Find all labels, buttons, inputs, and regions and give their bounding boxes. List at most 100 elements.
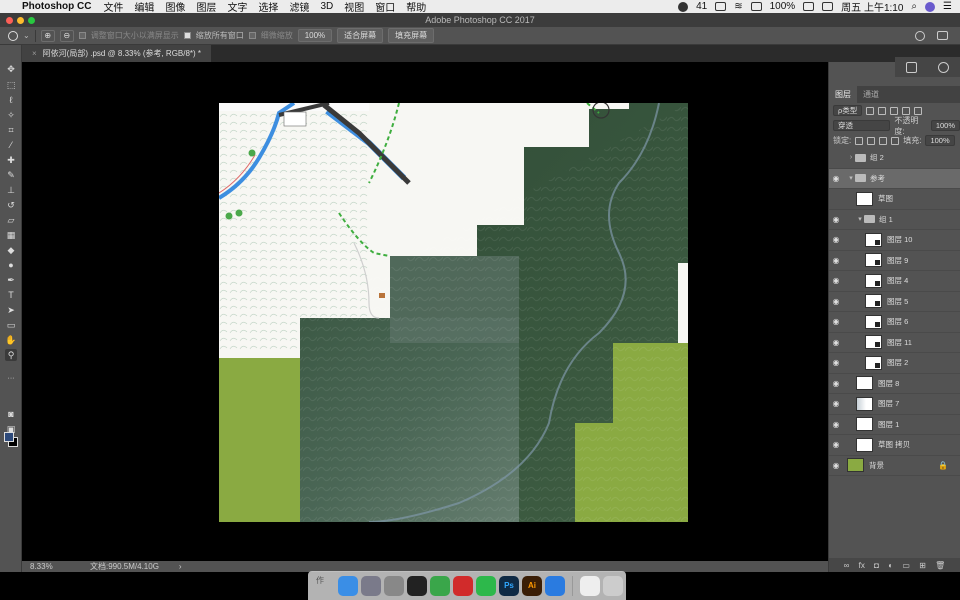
trash-icon[interactable] — [603, 575, 623, 596]
scrubby-zoom-checkbox[interactable] — [248, 32, 256, 39]
layer-row[interactable]: ◉ 图层 8 — [829, 374, 960, 394]
menu-image[interactable]: 图像 — [165, 0, 185, 14]
video-player-icon[interactable] — [430, 575, 450, 596]
layer-group-row[interactable]: ◉ ▾ 组 1 — [829, 210, 960, 230]
siri-icon[interactable] — [925, 1, 936, 12]
lock-pixels-icon[interactable] — [867, 136, 876, 145]
expand-triangle-open-icon[interactable]: ▾ — [856, 215, 864, 223]
path-selection-tool-icon[interactable]: ➤ — [5, 304, 17, 316]
visibility-eye-icon[interactable]: ◉ — [829, 317, 843, 326]
netease-music-icon[interactable] — [453, 575, 473, 596]
menu-edit[interactable]: 编辑 — [134, 0, 154, 14]
layer-row[interactable]: ◉ 背景 🔒 — [829, 456, 960, 476]
wechat-tray-icon[interactable] — [678, 1, 689, 12]
visibility-eye-icon[interactable]: ◉ — [829, 399, 843, 408]
libraries-panel-icon[interactable] — [938, 61, 950, 73]
layer-row[interactable]: ◉ 图层 10 — [829, 230, 960, 251]
status-menu-icon[interactable]: › — [179, 562, 182, 571]
fill-screen-button[interactable]: 填充屏幕 — [388, 28, 435, 43]
wifi-icon[interactable]: ≋ — [734, 1, 742, 12]
clock[interactable]: 周五 上午1:10 — [841, 0, 903, 14]
tab-layers[interactable]: 图层 — [829, 86, 857, 103]
pen-tool-icon[interactable]: ✒ — [5, 274, 17, 286]
adjustment-icon[interactable]: ◐ — [888, 561, 893, 570]
lock-transparency-icon[interactable] — [855, 136, 864, 145]
visibility-eye-icon[interactable]: ◉ — [829, 358, 843, 367]
wechat-icon[interactable] — [476, 575, 496, 596]
dodge-tool-icon[interactable]: ● — [5, 259, 17, 271]
history-brush-tool-icon[interactable]: ↺ — [5, 199, 17, 211]
menu-view[interactable]: 视图 — [344, 0, 364, 14]
healing-brush-tool-icon[interactable]: ✚ — [5, 154, 17, 166]
layer-group-row[interactable]: › 组 2 — [829, 148, 960, 169]
layer-row[interactable]: ◉ 图层 9 — [829, 251, 960, 271]
visibility-eye-icon[interactable]: ◉ — [829, 235, 843, 244]
menu-3d[interactable]: 3D — [320, 1, 333, 12]
filter-shape-icon[interactable] — [902, 106, 911, 115]
layer-row[interactable]: ◉ 图层 4 — [829, 271, 960, 292]
fit-screen-button[interactable]: 适合屏幕 — [337, 28, 384, 43]
layer-row[interactable]: 草图 — [829, 189, 960, 210]
zoom-all-windows-checkbox[interactable] — [183, 32, 191, 39]
system-preferences-icon[interactable] — [384, 575, 404, 596]
photoshop-icon[interactable]: Ps — [499, 575, 519, 596]
zoom-window-button[interactable] — [28, 16, 35, 24]
search-icon[interactable]: ⌕ — [911, 1, 917, 12]
visibility-eye-icon[interactable]: ◉ — [829, 256, 843, 265]
filter-smart-object-icon[interactable] — [914, 106, 923, 115]
fx-icon[interactable]: fx — [859, 561, 865, 570]
filter-type-icon[interactable] — [890, 106, 899, 115]
menu-type[interactable]: 文字 — [227, 0, 247, 14]
clone-stamp-tool-icon[interactable]: ⊥ — [5, 184, 17, 196]
menu-help[interactable]: 帮助 — [406, 0, 426, 14]
filter-adjustment-icon[interactable] — [878, 106, 887, 115]
properties-panel-icon[interactable] — [905, 61, 917, 73]
foreground-color-swatch[interactable] — [4, 432, 14, 442]
menu-filter[interactable]: 滤镜 — [289, 0, 309, 14]
blend-mode-select[interactable]: 穿透 — [833, 120, 891, 131]
trash-icon[interactable]: 🗑 — [935, 561, 945, 570]
notification-center-icon[interactable]: ☰ — [943, 1, 952, 12]
crop-tool-icon[interactable]: ⌗ — [5, 124, 17, 136]
qq-icon[interactable] — [407, 575, 427, 596]
airplay-icon[interactable] — [750, 2, 762, 11]
tab-channels[interactable]: 通道 — [857, 86, 885, 103]
launchpad-icon[interactable] — [361, 575, 381, 596]
layer-group-row[interactable]: ◉ ▾ 参考 — [829, 168, 960, 189]
safari-icon[interactable] — [545, 575, 565, 596]
layer-row[interactable]: ◉ 图层 1 — [829, 415, 960, 435]
eyedropper-tool-icon[interactable]: ⁄ — [5, 139, 17, 151]
app-menu[interactable]: Photoshop CC — [22, 1, 91, 12]
document-tab[interactable]: × 阿依河(局部) .psd @ 8.33% (参考, RGB/8*) * — [22, 45, 212, 62]
visibility-eye-icon[interactable]: ◉ — [829, 174, 843, 183]
menu-file[interactable]: 文件 — [103, 0, 123, 14]
link-icon[interactable]: ∞ — [844, 561, 850, 570]
opacity-input[interactable]: 100% — [930, 120, 960, 131]
visibility-eye-icon[interactable]: ◉ — [829, 420, 843, 429]
more-tools-icon[interactable]: ··· — [5, 373, 17, 385]
document-info[interactable]: 文档:990.5M/4.10G — [90, 561, 159, 572]
search-icon[interactable] — [915, 30, 925, 41]
layer-row[interactable]: ◉ 草图 拷贝 — [829, 435, 960, 456]
zoom-level[interactable]: 8.33% — [30, 562, 70, 571]
fill-input[interactable]: 100% — [925, 135, 955, 146]
visibility-eye-icon[interactable]: ◉ — [829, 297, 843, 306]
zoom-tool-icon[interactable]: ⚲ — [5, 349, 17, 361]
quick-mask-icon[interactable]: ◙ — [5, 408, 17, 420]
illustrator-icon[interactable]: Ai — [522, 575, 542, 596]
notes-icon[interactable] — [580, 575, 600, 596]
expand-triangle-open-icon[interactable]: ▾ — [847, 174, 855, 182]
zoom-out-button[interactable]: ⊖ — [59, 29, 74, 42]
expand-triangle-closed-icon[interactable]: › — [847, 154, 855, 161]
lasso-tool-icon[interactable]: ℓ — [5, 94, 17, 106]
battery-icon[interactable] — [803, 2, 815, 11]
layer-row[interactable]: ◉ 图层 5 — [829, 292, 960, 312]
lock-position-icon[interactable] — [879, 136, 888, 145]
new-layer-icon[interactable]: ⊞ — [919, 561, 926, 570]
brush-tool-icon[interactable]: ✎ — [5, 169, 17, 181]
eraser-tool-icon[interactable]: ▱ — [5, 214, 17, 226]
cast-icon[interactable] — [715, 2, 727, 11]
folder-icon[interactable]: ▭ — [902, 561, 910, 570]
visibility-eye-icon[interactable]: ◉ — [829, 276, 843, 285]
mask-icon[interactable]: ◘ — [874, 561, 879, 570]
